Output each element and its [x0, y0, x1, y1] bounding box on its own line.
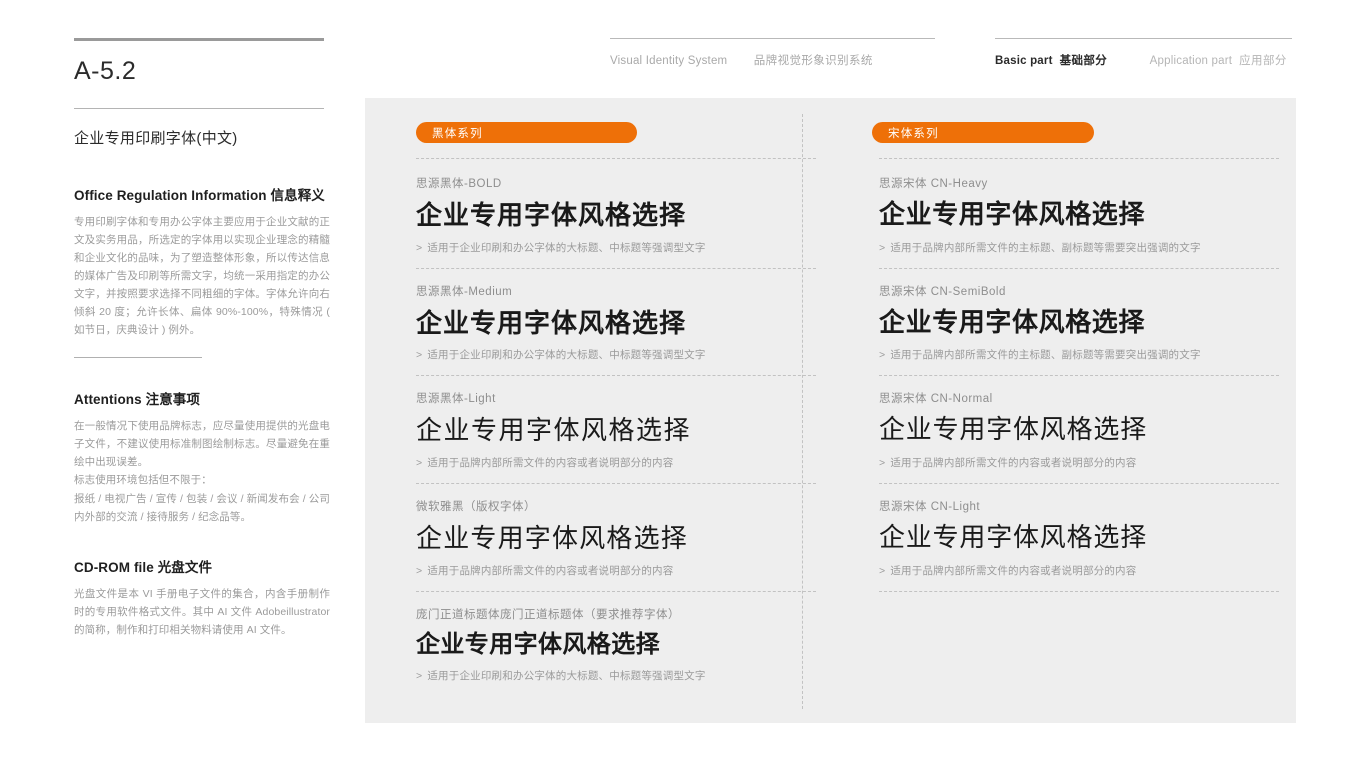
font-sample: 企业专用字体风格选择: [416, 523, 689, 554]
section-attentions: Attentions 注意事项 在一般情况下使用品牌标志，应尽量使用提供的光盘电…: [74, 388, 330, 525]
column-songti: 思源宋体 CN-Heavy 企业专用字体风格选择 > 适用于品牌内部所需文件的主标…: [879, 158, 1279, 592]
note-text: 适用于企业印刷和办公字体的大标题、中标题等强调型文字: [427, 670, 706, 682]
vi-manual-page: A-5.2 企业专用印刷字体(中文) Office Regulation Inf…: [0, 0, 1366, 768]
column-heiti: 思源黑体-BOLD 企业专用字体风格选择 > 适用于企业印刷和办公字体的大标题、中…: [416, 158, 816, 696]
note-text: 适用于品牌内部所需文件的主标题、副标题等需要突出强调的文字: [890, 349, 1201, 362]
section-body-2: 标志使用环境包括但不限于：: [74, 474, 212, 487]
sidebar: A-5.2 企业专用印刷字体(中文) Office Regulation Inf…: [74, 38, 330, 639]
font-name: 思源黑体-BOLD: [416, 178, 502, 190]
font-sample: 企业专用字体风格选择: [879, 415, 1148, 445]
page-code: A-5.2: [74, 57, 137, 85]
font-name: 思源宋体 CN-SemiBold: [879, 285, 1006, 298]
font-usage-note: > 适用于品牌内部所需文件的主标题、副标题等需要突出强调的文字: [879, 347, 1279, 362]
note-marker-icon: >: [416, 241, 423, 254]
font-name: 思源黑体-Medium: [416, 285, 513, 298]
font-specimen-item: 思源黑体-Medium 企业专用字体风格选择 > 适用于企业印刷和办公字体的大标题…: [416, 269, 816, 377]
font-name: 思源宋体 CN-Normal: [879, 393, 993, 406]
font-name: 思源宋体 CN-Light: [879, 501, 981, 514]
font-specimen-item: 思源宋体 CN-Normal 企业专用字体风格选择 > 适用于品牌内部所需文件的内…: [879, 376, 1279, 485]
section-office-regulation: Office Regulation Information 信息释义 专用印刷字…: [74, 184, 330, 339]
font-specimen-item: 思源宋体 CN-SemiBold 企业专用字体风格选择 > 适用于品牌内部所需文件…: [879, 269, 1279, 377]
font-sample: 企业专用字体风格选择: [879, 200, 1146, 229]
font-usage-note: > 适用于品牌内部所需文件的内容或者说明部分的内容: [879, 455, 1279, 470]
font-specimen-item: 思源黑体-Light 企业专用字体风格选择 > 适用于品牌内部所需文件的内容或者说…: [416, 376, 816, 485]
application-part-cn: 应用部分: [1239, 55, 1287, 67]
section-body: 在一般情况下使用品牌标志，应尽量使用提供的光盘电子文件，不建议使用标准制图绘制标…: [74, 420, 330, 469]
header-part-tabs: Basic part 基础部分 Application part 应用部分: [995, 38, 1292, 69]
font-sample: 企业专用字体风格选择: [879, 307, 1146, 337]
visual-identity-cn: 品牌视觉形象识别系统: [753, 55, 873, 67]
font-specimen-item: 庞门正道标题体庞门正道标题体（要求推荐字体） 企业专用字体风格选择 > 适用于企业…: [416, 592, 816, 696]
font-sample: 企业专用字体风格选择: [879, 523, 1148, 553]
section-heading: CD-ROM file 光盘文件: [74, 559, 213, 575]
font-sample: 企业专用字体风格选择: [416, 415, 692, 446]
note-text: 适用于品牌内部所需文件的内容或者说明部分的内容: [890, 457, 1137, 470]
page-title: 企业专用印刷字体(中文): [74, 130, 238, 147]
font-usage-note: > 适用于企业印刷和办公字体的大标题、中标题等强调型文字: [416, 347, 816, 362]
note-text: 适用于品牌内部所需文件的内容或者说明部分的内容: [427, 564, 674, 577]
font-name: 思源宋体 CN-Heavy: [879, 178, 988, 190]
note-marker-icon: >: [879, 457, 886, 470]
font-usage-note: > 适用于企业印刷和办公字体的大标题、中标题等强调型文字: [416, 240, 816, 255]
font-sample: 企业专用字体风格选择: [416, 307, 687, 338]
font-name: 微软雅黑（版权字体）: [416, 501, 536, 514]
note-text: 适用于品牌内部所需文件的内容或者说明部分的内容: [427, 457, 674, 470]
header-visual-identity: Visual Identity System 品牌视觉形象识别系统: [610, 38, 935, 69]
font-sample: 企业专用字体风格选择: [416, 200, 687, 230]
font-usage-note: > 适用于企业印刷和办公字体的大标题、中标题等强调型文字: [416, 668, 816, 683]
font-usage-note: > 适用于品牌内部所需文件的内容或者说明部分的内容: [416, 563, 816, 578]
category-badge-songti: 宋体系列: [872, 122, 1094, 143]
application-part-en: Application part: [1149, 55, 1233, 67]
tab-application-part[interactable]: Application part 应用部分: [1112, 51, 1287, 68]
note-text: 适用于品牌内部所需文件的内容或者说明部分的内容: [890, 564, 1137, 577]
note-text: 适用于品牌内部所需文件的主标题、副标题等需要突出强调的文字: [890, 241, 1201, 254]
font-specimen-item: 思源宋体 CN-Heavy 企业专用字体风格选择 > 适用于品牌内部所需文件的主标…: [879, 158, 1279, 269]
note-marker-icon: >: [879, 241, 886, 254]
font-specimen-panel: 黑体系列 宋体系列 思源黑体-BOLD 企业专用字体风格选择 > 适用于企业印刷和…: [365, 98, 1296, 723]
category-badge-heiti: 黑体系列: [416, 122, 637, 143]
font-specimen-item: 思源宋体 CN-Light 企业专用字体风格选择 > 适用于品牌内部所需文件的内容…: [879, 484, 1279, 592]
tab-basic-part[interactable]: Basic part 基础部分: [995, 51, 1112, 68]
font-usage-note: > 适用于品牌内部所需文件的内容或者说明部分的内容: [879, 563, 1279, 578]
font-usage-note: > 适用于品牌内部所需文件的内容或者说明部分的内容: [416, 455, 816, 470]
note-marker-icon: >: [879, 349, 886, 362]
section-body: 专用印刷字体和专用办公字体主要应用于企业文献的正文及实务用品，所选定的字体用以实…: [74, 216, 330, 337]
font-usage-note: > 适用于品牌内部所需文件的主标题、副标题等需要突出强调的文字: [879, 240, 1279, 255]
sidebar-short-rule: [74, 357, 202, 359]
section-heading: Office Regulation Information 信息释义: [74, 188, 325, 203]
font-name: 庞门正道标题体庞门正道标题体（要求推荐字体）: [416, 608, 680, 621]
section-heading: Attentions 注意事项: [74, 392, 200, 408]
section-body: 光盘文件是本 VI 手册电子文件的集合，内含手册制作时的专用软件格式文件。其中 …: [74, 587, 330, 636]
header-rule: [610, 38, 935, 39]
note-marker-icon: >: [416, 670, 423, 682]
font-specimen-item: 微软雅黑（版权字体） 企业专用字体风格选择 > 适用于品牌内部所需文件的内容或者说…: [416, 484, 816, 592]
note-marker-icon: >: [416, 349, 423, 362]
section-body-3: 报纸 / 电视广告 / 宣传 / 包装 / 会议 / 新闻发布会 / 公司内外部…: [74, 492, 330, 523]
note-marker-icon: >: [416, 457, 423, 470]
font-name: 思源黑体-Light: [416, 393, 496, 406]
visual-identity-en: Visual Identity System: [610, 55, 728, 67]
basic-part-cn: 基础部分: [1059, 55, 1108, 67]
note-text: 适用于企业印刷和办公字体的大标题、中标题等强调型文字: [427, 349, 706, 362]
note-marker-icon: >: [416, 564, 423, 577]
font-specimen-item: 思源黑体-BOLD 企业专用字体风格选择 > 适用于企业印刷和办公字体的大标题、中…: [416, 158, 816, 269]
header-rule: [995, 38, 1292, 39]
font-sample: 企业专用字体风格选择: [416, 630, 660, 658]
note-marker-icon: >: [879, 564, 886, 577]
note-text: 适用于企业印刷和办公字体的大标题、中标题等强调型文字: [427, 241, 706, 254]
basic-part-en: Basic part: [995, 55, 1053, 67]
section-cdrom-file: CD-ROM file 光盘文件 光盘文件是本 VI 手册电子文件的集合，内含手…: [74, 556, 330, 639]
